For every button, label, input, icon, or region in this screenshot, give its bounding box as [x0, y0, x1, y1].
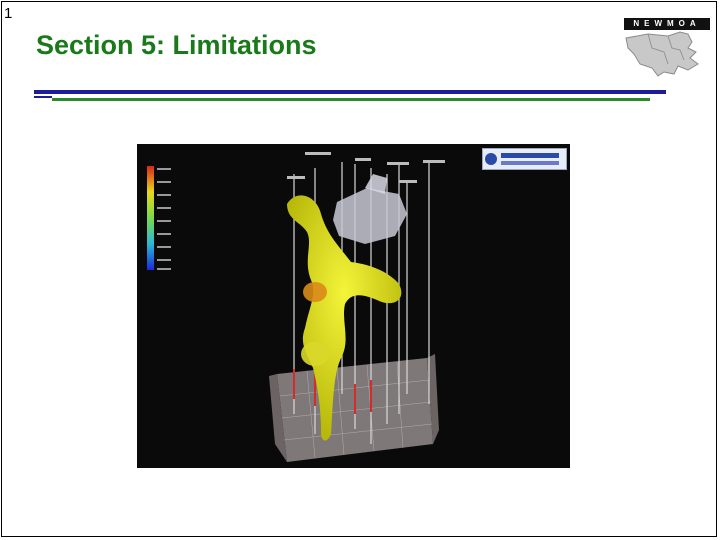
plume-visualization-image: [137, 144, 570, 468]
newmoa-logo: NEWMOA: [618, 14, 716, 82]
page-title: Section 5: Limitations: [36, 30, 317, 60]
title-divider-green: [52, 98, 650, 101]
slide-number: 1: [4, 5, 13, 22]
plume-3d-icon: [147, 152, 445, 462]
title-divider-tick: [34, 96, 52, 98]
columbia-logo-icon: [485, 153, 559, 165]
logo-wordmark: NEWMOA: [624, 18, 710, 30]
columbia-technologies-logo: [482, 148, 567, 170]
title-divider-blue: [34, 90, 666, 94]
